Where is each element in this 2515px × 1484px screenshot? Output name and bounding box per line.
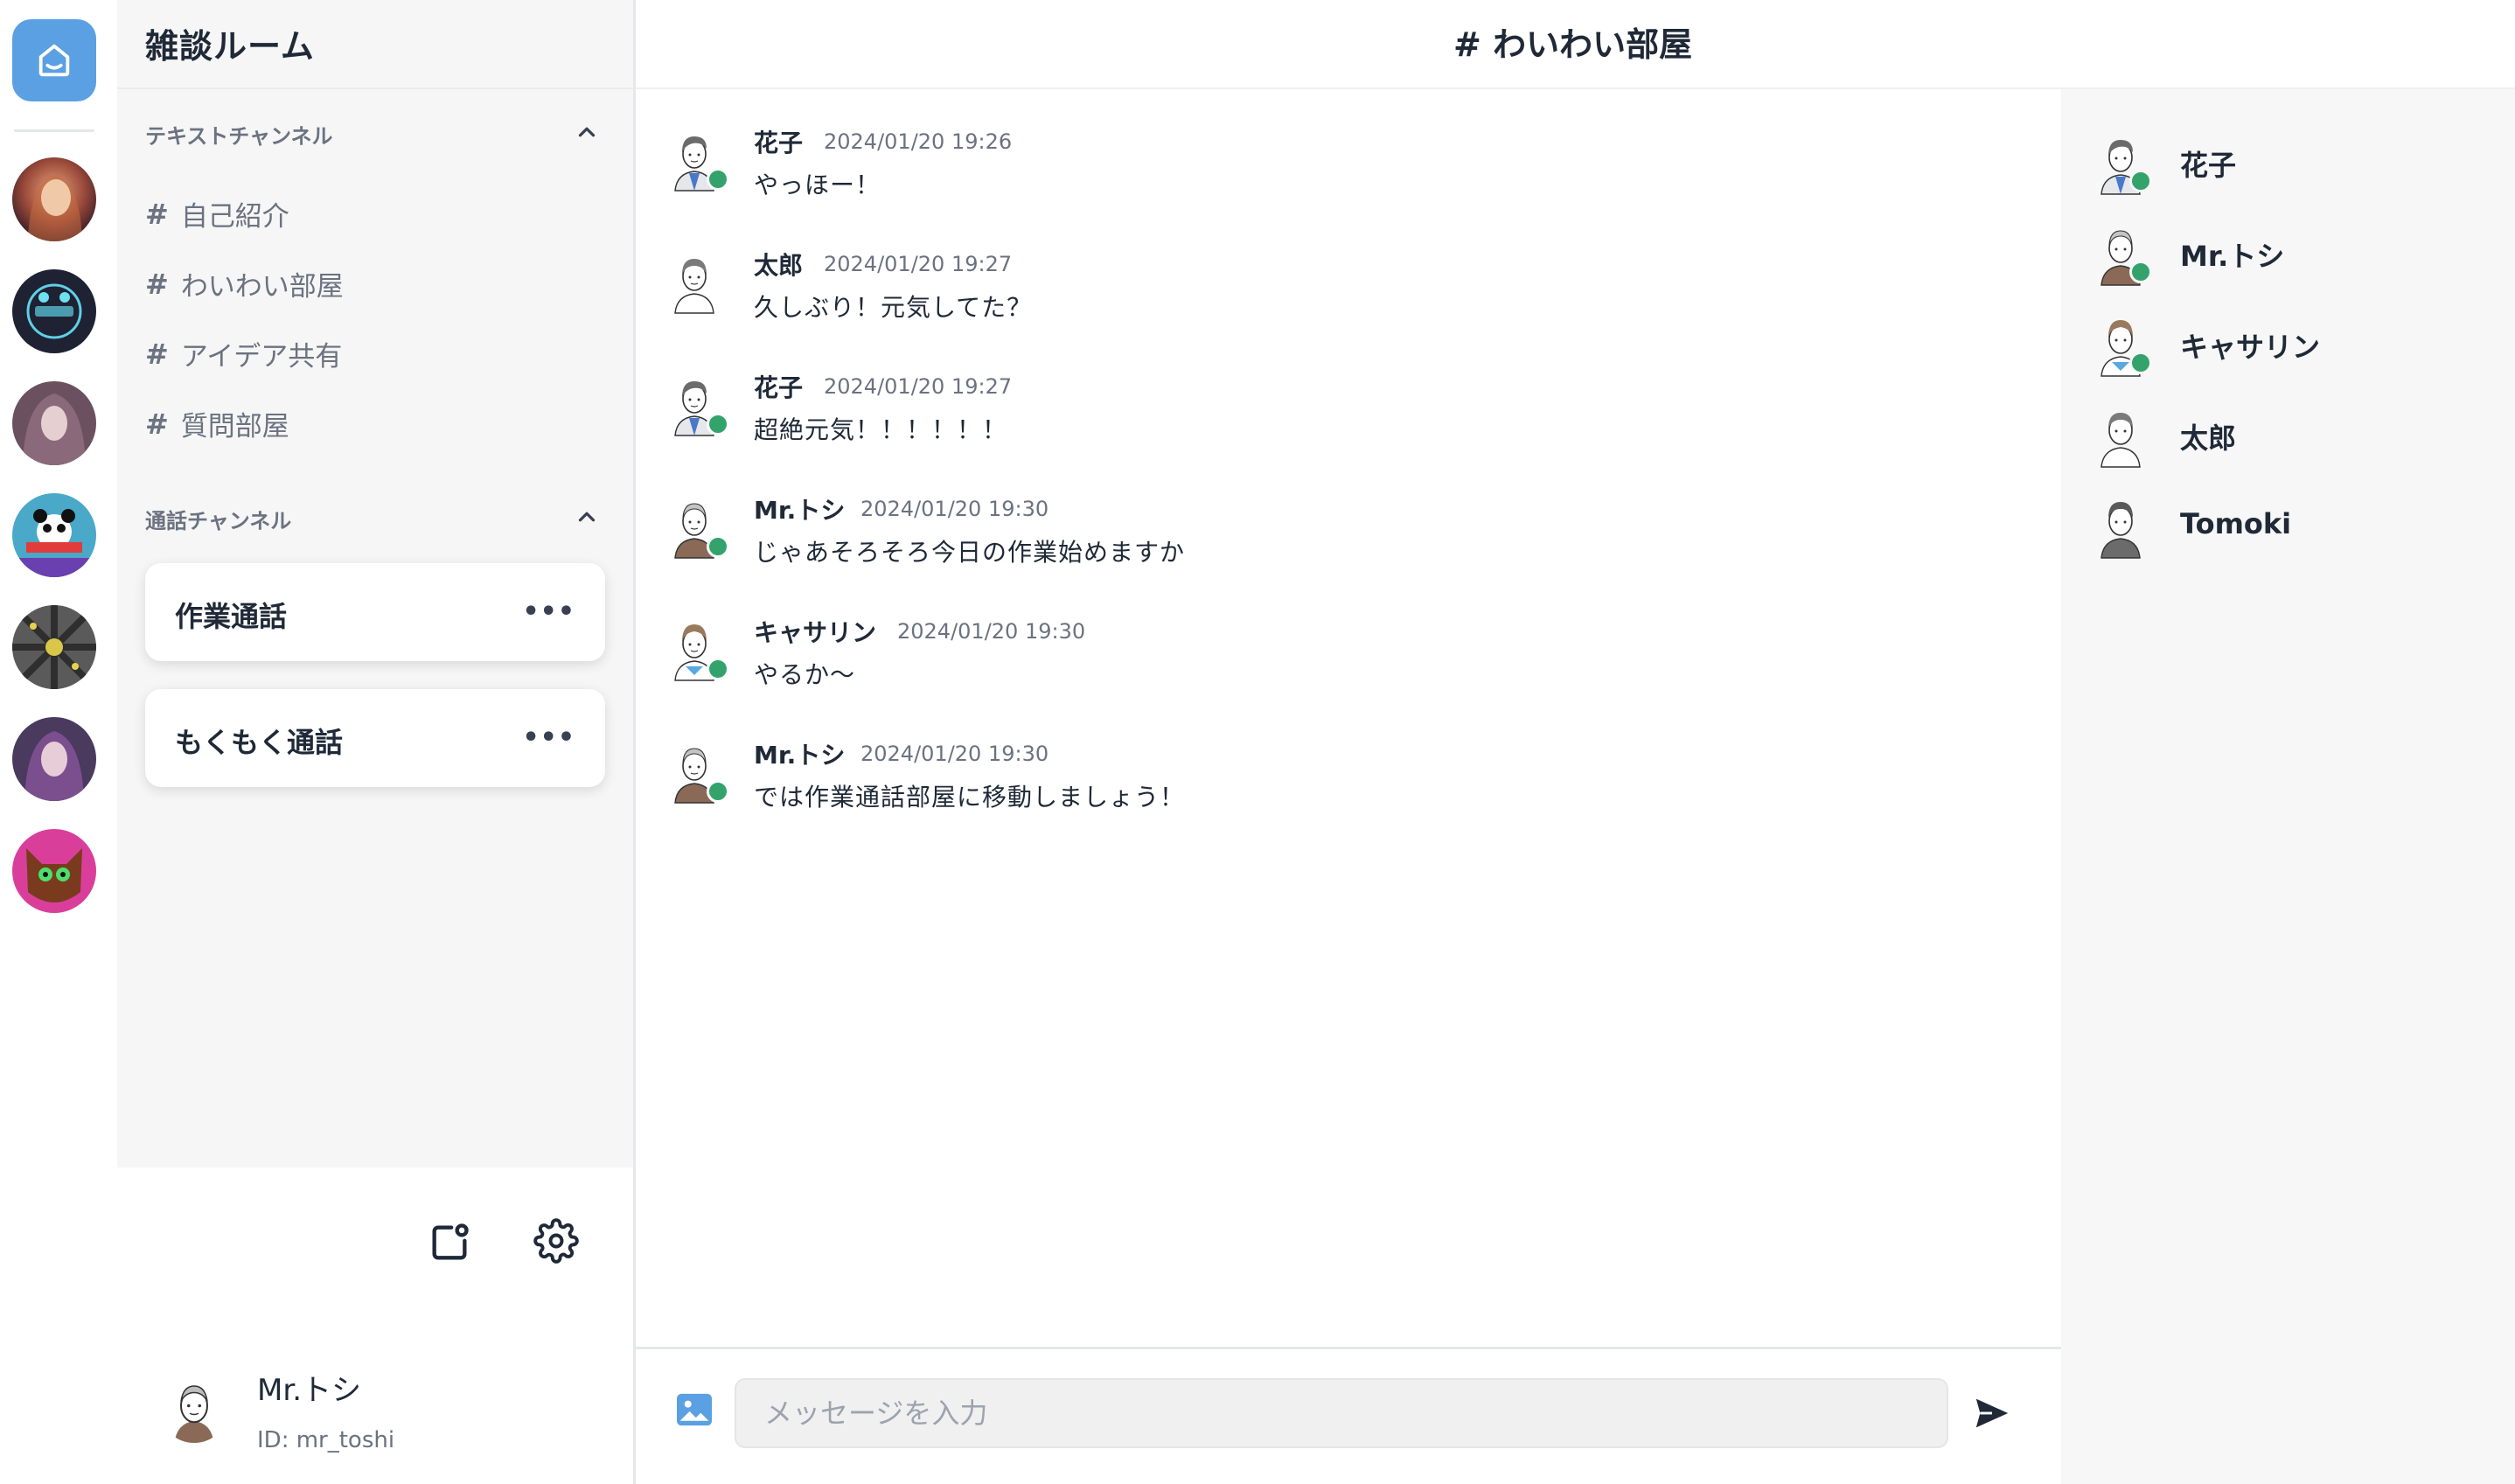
message-author[interactable]: Mr.トシ (754, 491, 845, 526)
message-timestamp: 2024/01/20 19:27 (824, 252, 1013, 276)
gear-icon[interactable] (533, 1218, 579, 1264)
message-author[interactable]: 花子 (754, 369, 803, 404)
message-text: じゃあそろそろ今日の作業始めますか (754, 538, 1186, 567)
channel-item-ideas[interactable]: # アイデア共有 (145, 334, 342, 373)
message-text: では作業通話部屋に移動しましょう！ (754, 783, 1186, 812)
online-status-dot (707, 168, 729, 191)
server-avatar-3[interactable] (12, 381, 96, 465)
member-item[interactable]: Tomoki (2093, 490, 2495, 563)
member-name: Tomoki (2180, 507, 2292, 540)
message-item: 花子 2024/01/20 19:27 超絶元気！！！！！！ (666, 367, 2022, 472)
current-user-name: Mr.トシ (257, 1373, 361, 1408)
new-channel-icon[interactable] (427, 1220, 472, 1265)
column-divider (633, 0, 636, 1484)
message-timestamp: 2024/01/20 19:30 (897, 619, 1086, 644)
server-avatar-6[interactable] (12, 717, 96, 801)
member-item[interactable]: Mr.トシ (2093, 217, 2495, 290)
channel-item-questions[interactable]: # 質問部屋 (145, 404, 289, 443)
more-horizontal-icon[interactable]: ••• (522, 722, 575, 753)
online-status-dot (707, 780, 729, 803)
server-avatar-2[interactable] (12, 269, 96, 353)
message-timestamp: 2024/01/20 19:30 (860, 497, 1049, 521)
message-item: 花子 2024/01/20 19:26 やっほー！ (666, 122, 2022, 227)
member-item[interactable]: キャサリン (2093, 308, 2495, 381)
channel-item-intro[interactable]: # 自己紹介 (145, 194, 289, 233)
message-author[interactable]: 太郎 (754, 247, 803, 282)
voice-channel-label: 作業通話 (175, 600, 288, 633)
online-status-dot (707, 413, 729, 435)
message-text: 超絶元気！！！！！！ (754, 415, 1008, 444)
chat-title: # わいわい部屋 (1453, 25, 1693, 64)
hash-icon: # (145, 197, 169, 231)
member-name: 花子 (2180, 149, 2237, 182)
member-name: Mr.トシ (2180, 240, 2285, 273)
message-author[interactable]: 花子 (754, 124, 803, 159)
channel-sidebar: 雑談ルーム テキストチャンネル # 自己紹介 # わいわい部屋 # アイデア共有 # 質… (117, 0, 633, 1167)
rail-separator (14, 129, 94, 132)
message-item: Mr.トシ 2024/01/20 19:30 じゃあそろそろ今日の作業始めますか (666, 490, 2022, 595)
app-window: 雑談ルーム テキストチャンネル # 自己紹介 # わいわい部屋 # アイデア共有 # 質… (0, 0, 2515, 1484)
chevron-up-icon[interactable] (574, 119, 600, 145)
voice-channels-header[interactable]: 通話チャンネル (145, 504, 291, 534)
channel-label: わいわい部屋 (180, 271, 344, 303)
member-item[interactable]: 花子 (2093, 126, 2495, 199)
home-icon (38, 44, 70, 77)
channel-label: 自己紹介 (180, 201, 289, 233)
member-avatar (2100, 502, 2141, 559)
image-icon[interactable] (675, 1392, 714, 1427)
current-user-id: ID: mr_toshi (257, 1427, 395, 1453)
online-status-dot (2129, 170, 2152, 192)
chevron-up-icon[interactable] (574, 504, 600, 530)
message-item: Mr.トシ 2024/01/20 19:30 では作業通話部屋に移動しましょう！ (666, 735, 2022, 840)
home-button[interactable] (12, 19, 96, 101)
member-item[interactable]: 太郎 (2093, 399, 2495, 472)
hash-icon: # (145, 337, 169, 371)
online-status-dot (707, 535, 729, 558)
hash-icon: # (145, 267, 169, 301)
member-avatar (2100, 413, 2141, 468)
channel-label: アイデア共有 (180, 341, 343, 373)
message-timestamp: 2024/01/20 19:27 (824, 374, 1013, 399)
voice-channel-mokumoku[interactable]: もくもく通話 ••• (145, 689, 605, 787)
online-status-dot (2129, 352, 2152, 374)
online-status-dot (2129, 261, 2152, 283)
user-avatar[interactable] (666, 245, 722, 315)
channel-label: 質問部屋 (180, 411, 289, 442)
room-title: 雑談ルーム (145, 27, 315, 66)
divider (117, 87, 633, 89)
message-text: 久しぶり！元気してた？ (754, 293, 1033, 322)
voice-channel-work[interactable]: 作業通話 ••• (145, 563, 605, 661)
message-item: キャサリン 2024/01/20 19:30 やるか〜 (666, 612, 2022, 717)
send-icon[interactable] (1973, 1396, 2011, 1431)
text-channels-header[interactable]: テキストチャンネル (145, 119, 333, 150)
current-user-avatar[interactable] (159, 1373, 229, 1443)
message-author[interactable]: Mr.トシ (754, 736, 845, 771)
message-item: 太郎 2024/01/20 19:27 久しぶり！元気してた？ (666, 245, 2022, 350)
message-text: やっほー！ (754, 171, 881, 199)
message-text: やるか〜 (754, 660, 856, 689)
channel-item-waiwai[interactable]: # わいわい部屋 (145, 264, 344, 303)
member-name: 太郎 (2180, 422, 2237, 455)
server-avatar-5[interactable] (12, 605, 96, 689)
message-input[interactable] (735, 1378, 1948, 1448)
server-avatar-1[interactable] (12, 157, 96, 241)
message-timestamp: 2024/01/20 19:26 (824, 129, 1013, 154)
server-rail (0, 0, 117, 1484)
message-timestamp: 2024/01/20 19:30 (860, 742, 1049, 766)
more-horizontal-icon[interactable]: ••• (522, 596, 575, 627)
hash-icon: # (145, 407, 169, 441)
member-name: キャサリン (2180, 331, 2321, 364)
server-avatar-7[interactable] (12, 829, 96, 913)
online-status-dot (707, 658, 729, 680)
member-list: 花子 Mr.トシ キャサリン 太郎 Tomoki (2061, 89, 2515, 1484)
server-avatar-4[interactable] (12, 493, 96, 577)
message-author[interactable]: キャサリン (754, 614, 876, 649)
voice-channel-label: もくもく通話 (175, 726, 344, 759)
